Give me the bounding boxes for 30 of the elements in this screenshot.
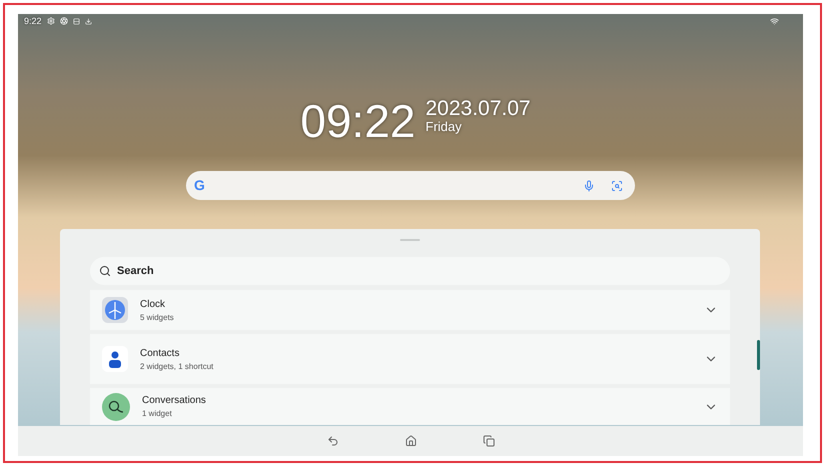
- widget-count: 5 widgets: [140, 312, 175, 324]
- widget-app-row[interactable]: Clock 5 widgets: [90, 290, 730, 330]
- clock-time: 09:22: [300, 98, 416, 144]
- widget-count: 2 widgets, 1 shortcut: [140, 360, 214, 372]
- app-name: Conversations: [142, 394, 207, 408]
- back-icon[interactable]: [326, 435, 338, 447]
- lens-icon[interactable]: [611, 180, 623, 192]
- status-time: 9:22: [24, 16, 42, 26]
- drag-handle[interactable]: [400, 239, 420, 241]
- widget-count: 1 widget: [142, 408, 173, 420]
- clock-date: 2023.07.07: [426, 98, 531, 119]
- google-logo: G: [194, 176, 205, 195]
- wifi-icon: [770, 16, 779, 26]
- app-name: Contacts: [140, 346, 180, 360]
- search-placeholder: Search: [117, 264, 154, 279]
- contacts-app-icon: [102, 346, 128, 372]
- recents-icon[interactable]: [482, 435, 494, 447]
- clock-weekday: Friday: [426, 119, 463, 136]
- widget-app-row[interactable]: Contacts 2 widgets, 1 shortcut: [90, 334, 730, 384]
- search-field[interactable]: Search: [90, 257, 730, 285]
- widget-app-row[interactable]: Conversations 1 widget: [90, 388, 730, 425]
- scrollbar-thumb: [757, 340, 760, 370]
- search-icon: [99, 265, 111, 277]
- aperture-icon: [60, 17, 68, 25]
- home-icon[interactable]: [404, 435, 416, 447]
- microphone-icon[interactable]: [583, 180, 595, 192]
- settings-icon: [46, 17, 55, 25]
- download-icon: [84, 18, 92, 24]
- notification-icon: [72, 18, 80, 24]
- app-name: Clock: [140, 298, 166, 312]
